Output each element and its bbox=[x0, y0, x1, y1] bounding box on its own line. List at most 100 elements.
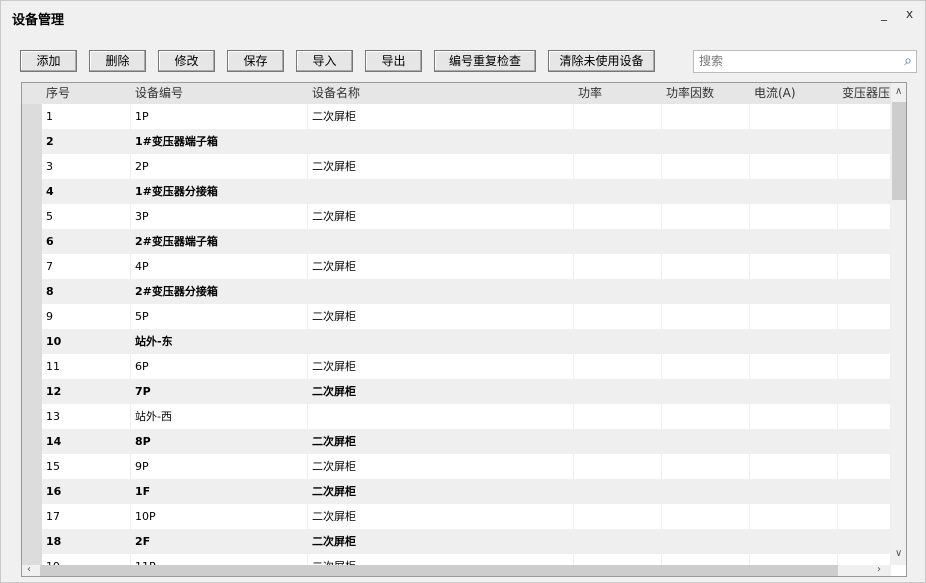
table-row[interactable]: 16 1F 二次屏柜 bbox=[42, 479, 891, 504]
table-row[interactable]: 11 6P 二次屏柜 bbox=[42, 354, 891, 379]
table-cell[interactable] bbox=[574, 479, 662, 504]
table-cell[interactable]: 18 bbox=[42, 529, 131, 554]
table-cell[interactable]: 16 bbox=[42, 479, 131, 504]
table-cell[interactable] bbox=[838, 329, 891, 354]
table-cell[interactable] bbox=[574, 329, 662, 354]
table-cell[interactable] bbox=[574, 354, 662, 379]
table-cell[interactable]: 11 bbox=[42, 354, 131, 379]
table-cell[interactable] bbox=[750, 129, 838, 154]
table-cell[interactable] bbox=[662, 454, 750, 479]
table-cell[interactable]: 2F bbox=[131, 529, 308, 554]
table-cell[interactable]: 二次屏柜 bbox=[308, 304, 574, 329]
col-header-device-name[interactable]: 设备名称 bbox=[308, 83, 360, 104]
table-cell[interactable]: 14 bbox=[42, 429, 131, 454]
table-cell[interactable]: 6 bbox=[42, 229, 131, 254]
table-cell[interactable] bbox=[750, 154, 838, 179]
table-cell[interactable]: 8P bbox=[131, 429, 308, 454]
col-header-current[interactable]: 电流(A) bbox=[750, 83, 796, 104]
table-cell[interactable] bbox=[838, 354, 891, 379]
table-cell[interactable]: 站外-东 bbox=[131, 329, 308, 354]
table-cell[interactable]: 17 bbox=[42, 504, 131, 529]
table-cell[interactable]: 10 bbox=[42, 329, 131, 354]
table-cell[interactable] bbox=[750, 454, 838, 479]
table-cell[interactable] bbox=[750, 304, 838, 329]
table-cell[interactable] bbox=[750, 354, 838, 379]
table-cell[interactable] bbox=[838, 404, 891, 429]
table-cell[interactable] bbox=[838, 479, 891, 504]
table-cell[interactable] bbox=[662, 129, 750, 154]
table-cell[interactable] bbox=[662, 204, 750, 229]
import-button[interactable]: 导入 bbox=[296, 50, 353, 72]
table-cell[interactable] bbox=[662, 179, 750, 204]
table-row[interactable]: 5 3P 二次屏柜 bbox=[42, 204, 891, 229]
table-cell[interactable] bbox=[750, 379, 838, 404]
minimize-button[interactable]: _ bbox=[881, 7, 887, 21]
col-header-transformer[interactable]: 变压器压 bbox=[838, 83, 891, 104]
scroll-right-icon[interactable]: › bbox=[877, 564, 881, 575]
delete-button[interactable]: 删除 bbox=[89, 50, 146, 72]
table-cell[interactable] bbox=[838, 104, 891, 129]
table-cell[interactable] bbox=[574, 529, 662, 554]
table-cell[interactable] bbox=[662, 229, 750, 254]
clear-unused-button[interactable]: 清除未使用设备 bbox=[548, 50, 655, 72]
table-cell[interactable] bbox=[750, 504, 838, 529]
table-cell[interactable]: 1P bbox=[131, 104, 308, 129]
table-cell[interactable] bbox=[838, 229, 891, 254]
table-cell[interactable]: 7P bbox=[131, 379, 308, 404]
table-cell[interactable] bbox=[662, 529, 750, 554]
table-cell[interactable] bbox=[308, 329, 574, 354]
table-cell[interactable] bbox=[838, 429, 891, 454]
table-cell[interactable] bbox=[750, 329, 838, 354]
table-cell[interactable] bbox=[750, 404, 838, 429]
table-cell[interactable]: 6P bbox=[131, 354, 308, 379]
table-cell[interactable]: 9 bbox=[42, 304, 131, 329]
table-cell[interactable] bbox=[574, 179, 662, 204]
table-cell[interactable] bbox=[838, 504, 891, 529]
save-button[interactable]: 保存 bbox=[227, 50, 284, 72]
table-row[interactable]: 13 站外-西 bbox=[42, 404, 891, 429]
table-cell[interactable]: 二次屏柜 bbox=[308, 479, 574, 504]
add-button[interactable]: 添加 bbox=[20, 50, 77, 72]
table-cell[interactable] bbox=[662, 254, 750, 279]
table-cell[interactable]: 1#变压器端子箱 bbox=[131, 129, 308, 154]
table-cell[interactable] bbox=[750, 254, 838, 279]
table-cell[interactable]: 1#变压器分接箱 bbox=[131, 179, 308, 204]
table-cell[interactable] bbox=[574, 304, 662, 329]
table-cell[interactable] bbox=[662, 304, 750, 329]
table-row[interactable]: 12 7P 二次屏柜 bbox=[42, 379, 891, 404]
table-cell[interactable] bbox=[574, 504, 662, 529]
table-cell[interactable] bbox=[574, 379, 662, 404]
table-cell[interactable]: 二次屏柜 bbox=[308, 204, 574, 229]
table-cell[interactable] bbox=[838, 129, 891, 154]
table-cell[interactable] bbox=[662, 479, 750, 504]
table-row[interactable]: 10 站外-东 bbox=[42, 329, 891, 354]
table-cell[interactable] bbox=[574, 129, 662, 154]
table-cell[interactable] bbox=[838, 254, 891, 279]
table-cell[interactable]: 二次屏柜 bbox=[308, 254, 574, 279]
table-cell[interactable] bbox=[838, 179, 891, 204]
table-row[interactable]: 9 5P 二次屏柜 bbox=[42, 304, 891, 329]
table-row[interactable]: 7 4P 二次屏柜 bbox=[42, 254, 891, 279]
table-cell[interactable] bbox=[662, 104, 750, 129]
table-cell[interactable] bbox=[838, 154, 891, 179]
table-row[interactable]: 4 1#变压器分接箱 bbox=[42, 179, 891, 204]
table-cell[interactable]: 13 bbox=[42, 404, 131, 429]
table-cell[interactable] bbox=[574, 104, 662, 129]
table-cell[interactable] bbox=[662, 429, 750, 454]
table-cell[interactable] bbox=[662, 404, 750, 429]
table-row[interactable]: 6 2#变压器端子箱 bbox=[42, 229, 891, 254]
table-cell[interactable] bbox=[574, 254, 662, 279]
table-cell[interactable]: 9P bbox=[131, 454, 308, 479]
col-header-index[interactable]: 序号 bbox=[42, 83, 70, 104]
table-cell[interactable] bbox=[838, 529, 891, 554]
table-cell[interactable]: 二次屏柜 bbox=[308, 379, 574, 404]
table-cell[interactable] bbox=[574, 154, 662, 179]
table-cell[interactable] bbox=[838, 454, 891, 479]
table-cell[interactable]: 二次屏柜 bbox=[308, 354, 574, 379]
table-cell[interactable] bbox=[308, 279, 574, 304]
scroll-down-icon[interactable]: ∨ bbox=[895, 548, 902, 559]
table-cell[interactable]: 4 bbox=[42, 179, 131, 204]
scroll-up-icon[interactable]: ∧ bbox=[895, 86, 902, 97]
table-cell[interactable]: 4P bbox=[131, 254, 308, 279]
vertical-scrollbar[interactable]: ∧ ∨ bbox=[891, 83, 906, 565]
